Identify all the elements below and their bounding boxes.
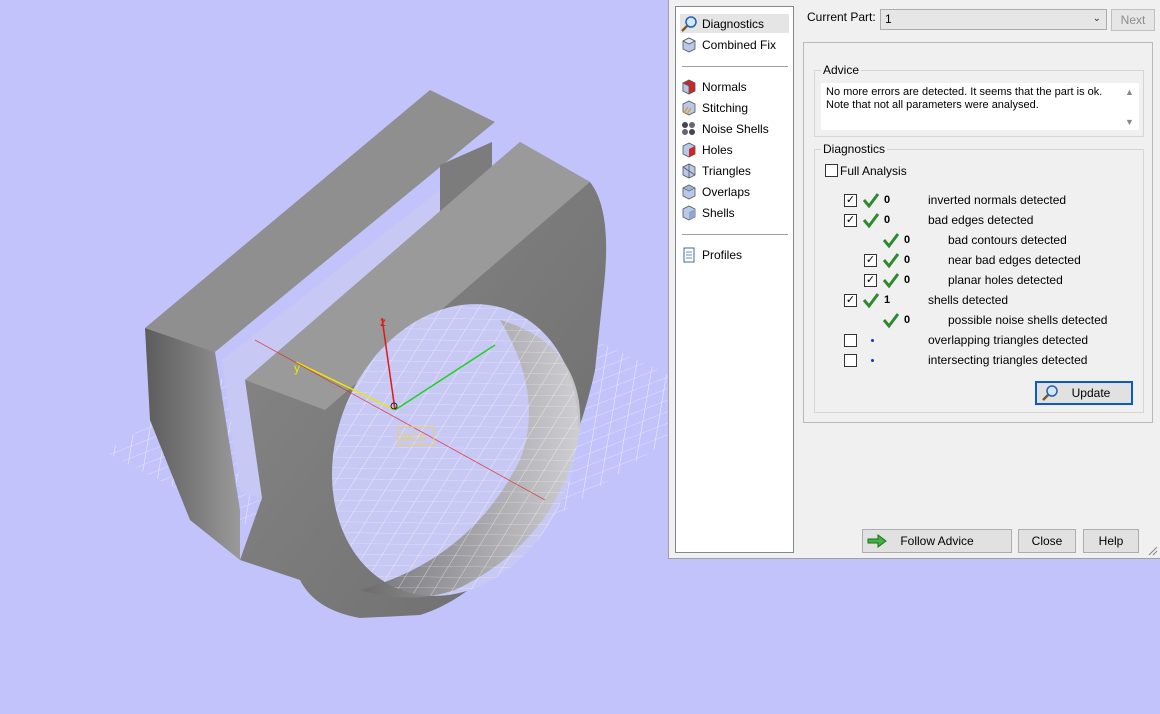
noise-shells-icon [682, 121, 695, 135]
overlapping-triangles-checkbox[interactable] [844, 334, 857, 347]
shells-count: 1 [884, 294, 891, 306]
noise-shells-label: possible noise shells detected [948, 313, 1108, 327]
nav-item-combined-fix[interactable]: Combined Fix [680, 35, 776, 54]
nav-item-label: Shells [702, 205, 735, 220]
nav-item-label: Overlaps [702, 184, 751, 199]
nav-item-label: Profiles [702, 247, 743, 262]
inverted-normals-label: inverted normals detected [928, 193, 1067, 207]
intersecting-triangles-checkbox[interactable] [844, 354, 857, 367]
check-icon [862, 293, 880, 309]
nav-item-overlaps[interactable]: Overlaps [680, 182, 750, 201]
advice-scrollbar[interactable]: ▲ ▼ [1122, 84, 1138, 129]
fix-wizard-dialog: Diagnostics Combined Fix Normals Stitchi… [668, 0, 1160, 559]
current-part-value: 1 [885, 12, 892, 26]
advice-line-1: No more errors are detected. It seems th… [826, 86, 1103, 98]
wcs-label: WCS [400, 432, 426, 444]
scroll-down-icon[interactable]: ▼ [1125, 116, 1134, 129]
bad-edges-label: bad edges detected [928, 213, 1034, 227]
full-analysis-checkbox[interactable] [825, 164, 838, 177]
triangles-icon [682, 163, 696, 178]
nav-item-profiles[interactable]: Profiles [680, 245, 742, 264]
chevron-down-icon: ⌄ [1092, 13, 1101, 24]
fix-category-list[interactable]: Diagnostics Combined Fix Normals Stitchi… [675, 6, 794, 553]
not-run-dot-icon [871, 339, 874, 342]
current-part-label: Current Part: [807, 10, 876, 24]
advice-group: Advice No more errors are detected. It s… [814, 63, 1144, 137]
close-button[interactable]: Close [1018, 529, 1076, 553]
overlapping-triangles-label: overlapping triangles detected [928, 333, 1089, 347]
intersecting-triangles-label: intersecting triangles detected [928, 353, 1088, 367]
bad-contours-label: bad contours detected [948, 233, 1067, 247]
nav-item-noise-shells[interactable]: Noise Shells [680, 119, 769, 138]
scroll-up-icon[interactable]: ▲ [1125, 86, 1134, 99]
nav-item-label: Diagnostics [702, 16, 765, 31]
nav-item-label: Stitching [702, 100, 749, 115]
check-icon [862, 213, 880, 229]
advice-line-2: Note that not all parameters were analys… [826, 99, 1039, 111]
overlaps-icon [682, 184, 696, 199]
nav-item-diagnostics[interactable]: Diagnostics [680, 14, 789, 33]
nav-item-label: Combined Fix [702, 37, 777, 52]
near-bad-edges-checkbox[interactable]: ✓ [864, 254, 877, 267]
check-icon [862, 193, 880, 209]
shells-icon [682, 205, 696, 220]
bad-edges-checkbox[interactable]: ✓ [844, 214, 857, 227]
advice-textbox[interactable]: No more errors are detected. It seems th… [821, 83, 1139, 130]
nav-item-label: Holes [702, 142, 733, 157]
near-bad-edges-label: near bad edges detected [948, 253, 1081, 267]
check-icon [882, 253, 900, 269]
magnifier-icon [681, 15, 697, 32]
document-icon [683, 247, 695, 262]
help-button[interactable]: Help [1083, 529, 1139, 553]
check-icon [882, 313, 900, 329]
resize-grip-icon[interactable] [1148, 546, 1158, 556]
stitching-icon [682, 100, 696, 115]
check-icon [882, 273, 900, 289]
viewport-canvas[interactable]: z y WCS [0, 0, 668, 714]
planar-holes-checkbox[interactable]: ✓ [864, 274, 877, 287]
near-bad-edges-count: 0 [904, 254, 911, 266]
axis-z-label: z [380, 315, 386, 329]
3d-viewport[interactable]: z y WCS [0, 0, 668, 714]
normals-cube-icon [682, 79, 696, 95]
cube-icon [682, 37, 696, 52]
nav-separator [682, 234, 788, 235]
advice-title: Advice [821, 63, 862, 77]
update-label: Update [1071, 386, 1111, 400]
diagnostics-title: Diagnostics [821, 142, 888, 156]
bad-contours-count: 0 [904, 234, 911, 246]
planar-holes-label: planar holes detected [948, 273, 1063, 287]
current-part-dropdown[interactable]: 1 ⌄ [880, 9, 1107, 30]
nav-item-label: Noise Shells [702, 121, 769, 136]
inverted-normals-checkbox[interactable]: ✓ [844, 194, 857, 207]
nav-item-label: Normals [702, 79, 747, 94]
nav-item-shells[interactable]: Shells [680, 203, 735, 222]
full-analysis-label: Full Analysis [840, 164, 907, 178]
holes-cube-icon [682, 142, 696, 157]
shells-checkbox[interactable]: ✓ [844, 294, 857, 307]
noise-shells-count: 0 [904, 314, 911, 326]
axis-y-label: y [294, 361, 300, 375]
not-run-dot-icon [871, 359, 874, 362]
magnifier-icon [1042, 385, 1058, 401]
bad-edges-count: 0 [884, 214, 891, 226]
diagnostics-group: Diagnostics Full Analysis ✓ 0 inverted n… [814, 142, 1144, 413]
diagnostics-panel: Advice No more errors are detected. It s… [803, 42, 1153, 423]
nav-item-holes[interactable]: Holes [680, 140, 733, 159]
next-button[interactable]: Next [1111, 9, 1155, 31]
nav-separator [682, 66, 788, 67]
nav-item-triangles[interactable]: Triangles [680, 161, 751, 180]
follow-advice-button[interactable]: Follow Advice [862, 529, 1012, 553]
nav-item-normals[interactable]: Normals [680, 77, 747, 96]
nav-item-label: Triangles [702, 163, 751, 178]
check-icon [882, 233, 900, 249]
inverted-normals-count: 0 [884, 194, 891, 206]
arrow-right-icon [867, 534, 887, 548]
shells-label: shells detected [928, 293, 1009, 307]
follow-advice-label: Follow Advice [900, 534, 974, 548]
planar-holes-count: 0 [904, 274, 911, 286]
nav-item-stitching[interactable]: Stitching [680, 98, 748, 117]
update-button[interactable]: Update [1035, 381, 1133, 405]
